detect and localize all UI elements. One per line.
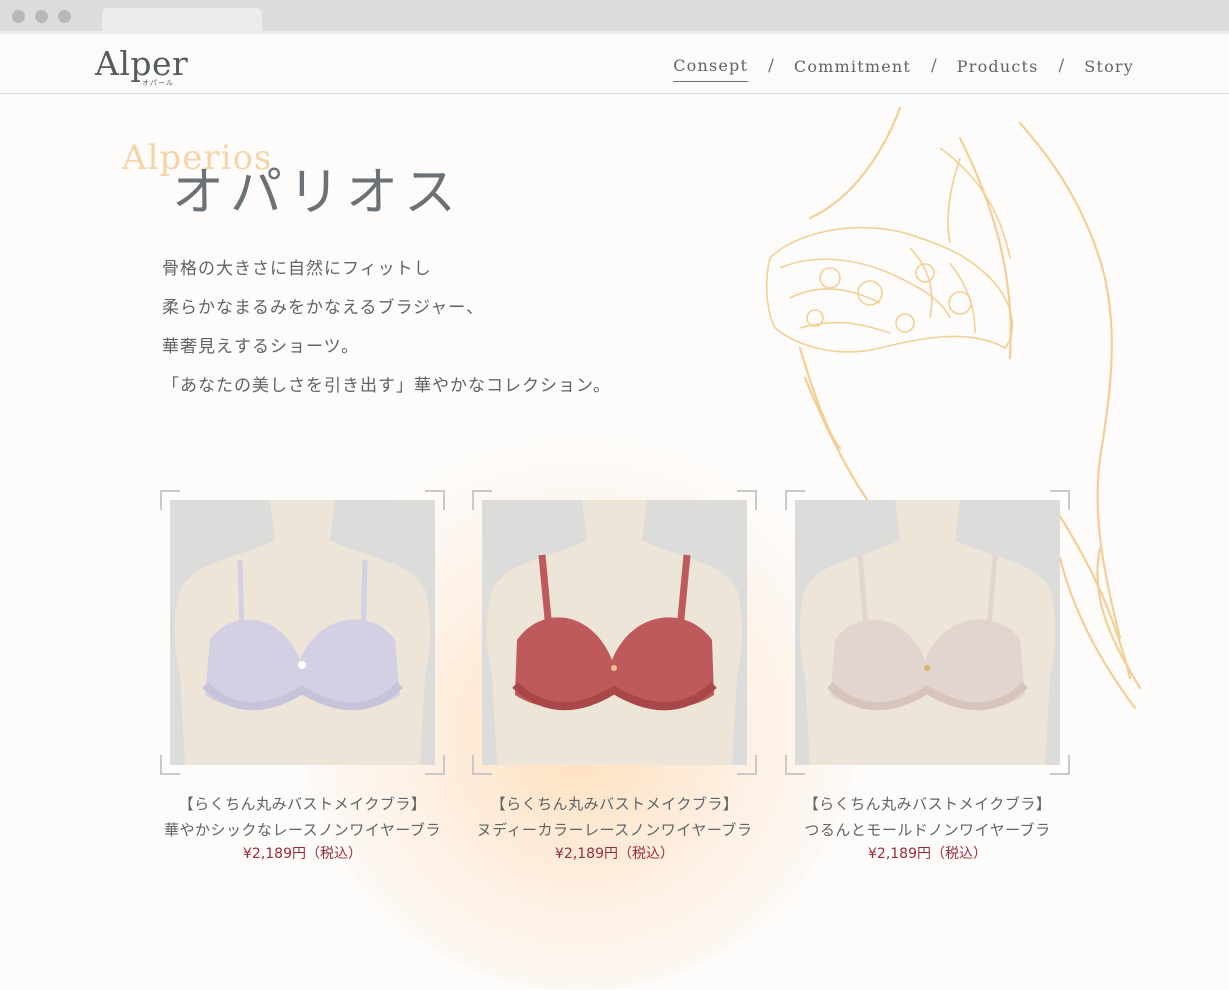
product-image[interactable] xyxy=(795,500,1060,765)
window-minimize-dot[interactable] xyxy=(35,10,48,23)
site-logo-sub: オパール xyxy=(142,79,174,87)
product-name[interactable]: 華やかシックなレースノンワイヤーブラ xyxy=(160,817,445,843)
product-category[interactable]: 【らくちん丸みバストメイクブラ】 xyxy=(472,791,757,817)
mannequin-bra-image xyxy=(170,500,435,765)
description-line: 「あなたの美しさを引き出す」華やかなコレクション。 xyxy=(162,376,611,396)
description-line: 柔らかなまるみをかなえるブラジャー、 xyxy=(162,298,485,318)
product-card[interactable]: 【らくちん丸みバストメイクブラ】 ヌディーカラーレースノンワイヤーブラ ¥2,1… xyxy=(472,490,757,865)
mannequin-bra-image xyxy=(795,500,1060,765)
window-maximize-dot[interactable] xyxy=(58,10,71,23)
mannequin-bra-image xyxy=(482,500,747,765)
product-frame xyxy=(160,490,445,775)
window-close-dot[interactable] xyxy=(12,10,25,23)
product-caption: 【らくちん丸みバストメイクブラ】 ヌディーカラーレースノンワイヤーブラ ¥2,1… xyxy=(472,791,757,865)
product-category[interactable]: 【らくちん丸みバストメイクブラ】 xyxy=(160,791,445,817)
product-name[interactable]: ヌディーカラーレースノンワイヤーブラ xyxy=(472,817,757,843)
product-name[interactable]: つるんとモールドノンワイヤーブラ xyxy=(785,817,1070,843)
product-category[interactable]: 【らくちん丸みバストメイクブラ】 xyxy=(785,791,1070,817)
hero-description: 骨格の大きさに自然にフィットし 柔らかなまるみをかなえるブラジャー、 華奢見えす… xyxy=(162,250,611,406)
hero-title-jp: オパリオス xyxy=(172,163,463,223)
product-price: ¥2,189円（税込） xyxy=(868,846,987,862)
product-card[interactable]: 【らくちん丸みバストメイクブラ】 華やかシックなレースノンワイヤーブラ ¥2,1… xyxy=(160,490,445,865)
browser-chrome xyxy=(0,0,1229,34)
product-image[interactable] xyxy=(482,500,747,765)
product-image[interactable] xyxy=(170,500,435,765)
product-frame xyxy=(785,490,1070,775)
nav-consept[interactable]: Consept xyxy=(673,56,749,82)
product-price: ¥2,189円（税込） xyxy=(243,846,362,862)
product-caption: 【らくちん丸みバストメイクブラ】 つるんとモールドノンワイヤーブラ ¥2,189… xyxy=(785,791,1070,865)
description-line: 骨格の大きさに自然にフィットし xyxy=(162,259,432,279)
product-card[interactable]: 【らくちん丸みバストメイクブラ】 つるんとモールドノンワイヤーブラ ¥2,189… xyxy=(785,490,1070,865)
description-line: 華奢見えするショーツ。 xyxy=(162,337,360,357)
product-price: ¥2,189円（税込） xyxy=(555,846,674,862)
product-frame xyxy=(472,490,757,775)
product-caption: 【らくちん丸みバストメイクブラ】 華やかシックなレースノンワイヤーブラ ¥2,1… xyxy=(160,791,445,865)
